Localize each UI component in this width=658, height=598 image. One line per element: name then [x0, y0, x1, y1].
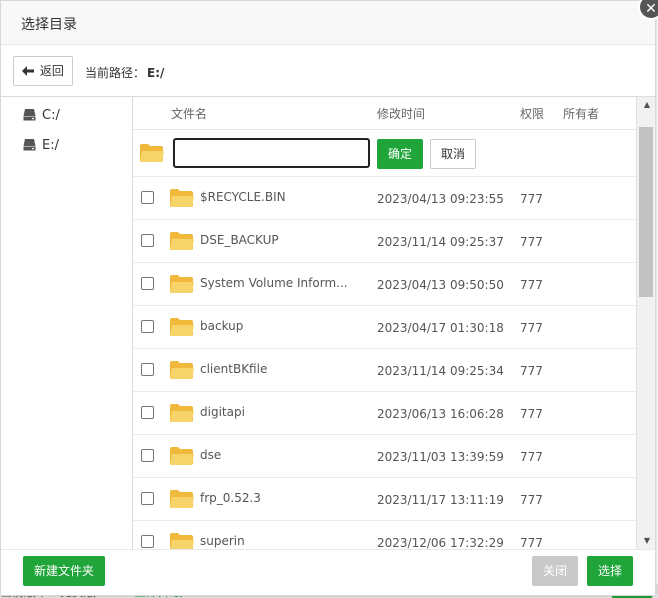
row-checkbox[interactable]	[141, 406, 154, 419]
modified-time: 2023/11/14 09:25:34	[377, 364, 504, 378]
folder-icon	[170, 318, 194, 336]
current-path: 当前路径： E:/	[85, 64, 164, 81]
row-checkbox[interactable]	[141, 449, 154, 462]
drive-sidebar: C:/ E:/	[1, 97, 133, 549]
row-checkbox[interactable]	[141, 320, 154, 333]
column-header-perm[interactable]: 权限	[520, 105, 544, 122]
permission: 777	[520, 407, 543, 421]
table-row[interactable]: frp_0.52.3 2023/11/17 13:11:19 777	[133, 478, 636, 521]
folder-icon	[170, 447, 194, 465]
permission: 777	[520, 192, 543, 206]
arrow-left-icon	[22, 64, 38, 78]
folder-icon	[170, 189, 194, 207]
folder-icon	[170, 404, 194, 422]
modified-time: 2023/04/13 09:23:55	[377, 192, 504, 206]
column-header-name[interactable]: 文件名	[171, 105, 207, 122]
permission: 777	[520, 278, 543, 292]
drive-label: E:/	[42, 138, 59, 153]
folder-icon	[170, 533, 194, 549]
column-header-owner[interactable]: 所有者	[563, 105, 599, 122]
drive-label: C:/	[42, 108, 60, 123]
dialog-title-bar: 选择目录	[1, 1, 655, 45]
table-row[interactable]: System Volume Inform... 2023/04/13 09:50:…	[133, 263, 636, 306]
modified-time: 2023/06/13 16:06:28	[377, 407, 504, 421]
column-header-mtime[interactable]: 修改时间	[377, 105, 425, 122]
file-name[interactable]: $RECYCLE.BIN	[200, 190, 286, 204]
current-path-value: E:/	[147, 66, 165, 80]
table-row[interactable]: clientBKfile 2023/11/14 09:25:34 777	[133, 349, 636, 392]
sidebar-item-drive-c[interactable]: C:/	[23, 106, 60, 126]
hard-drive-icon	[23, 139, 36, 151]
path-toolbar: 返回 当前路径： E:/	[1, 45, 655, 97]
scroll-down-arrow-icon[interactable]: ▼	[637, 533, 655, 549]
current-path-label: 当前路径：	[85, 66, 146, 80]
file-list-header: 文件名 修改时间 权限 所有者	[133, 97, 636, 130]
table-row[interactable]: digitapi 2023/06/13 16:06:28 777	[133, 392, 636, 435]
permission: 777	[520, 536, 543, 549]
modified-time: 2023/12/06 17:32:29	[377, 536, 504, 549]
select-button[interactable]: 选择	[587, 556, 633, 586]
permission: 777	[520, 235, 543, 249]
file-name[interactable]: backup	[200, 319, 243, 333]
table-row[interactable]: superin 2023/12/06 17:32:29 777	[133, 521, 636, 549]
new-folder-name-input[interactable]	[173, 138, 370, 168]
modified-time: 2023/11/17 13:11:19	[377, 493, 504, 507]
modified-time: 2023/04/17 01:30:18	[377, 321, 504, 335]
dialog-title: 选择目录	[21, 17, 77, 33]
folder-icon	[170, 361, 194, 379]
folder-icon	[170, 232, 194, 250]
file-name[interactable]: dse	[200, 448, 221, 462]
scroll-thumb[interactable]	[639, 127, 653, 297]
folder-icon	[140, 144, 164, 162]
file-name[interactable]: superin	[200, 534, 245, 548]
row-checkbox[interactable]	[141, 277, 154, 290]
row-checkbox[interactable]	[141, 363, 154, 376]
vertical-scrollbar[interactable]: ▲ ▼	[636, 97, 655, 549]
file-name[interactable]: frp_0.52.3	[200, 491, 261, 505]
modified-time: 2023/04/13 09:50:50	[377, 278, 504, 292]
close-button[interactable]: 关闭	[532, 556, 578, 586]
row-checkbox[interactable]	[141, 234, 154, 247]
table-row[interactable]: $RECYCLE.BIN 2023/04/13 09:23:55 777	[133, 177, 636, 220]
dialog-footer: 新建文件夹 关闭 选择	[1, 549, 655, 595]
row-checkbox[interactable]	[141, 492, 154, 505]
select-directory-dialog: 选择目录 返回 当前路径： E:/ C:/ E:/ 文件名 修改时间 权限 所有者…	[0, 0, 656, 596]
permission: 777	[520, 321, 543, 335]
scroll-up-arrow-icon[interactable]: ▲	[637, 97, 655, 113]
table-row[interactable]: backup 2023/04/17 01:30:18 777	[133, 306, 636, 349]
file-name[interactable]: System Volume Inform...	[200, 276, 348, 290]
new-folder-row: 确定 取消	[133, 130, 636, 177]
cancel-new-folder-button[interactable]: 取消	[430, 139, 476, 169]
folder-icon	[170, 275, 194, 293]
confirm-new-folder-button[interactable]: 确定	[377, 139, 423, 169]
table-row[interactable]: dse 2023/11/03 13:39:59 777	[133, 435, 636, 478]
file-name[interactable]: clientBKfile	[200, 362, 267, 376]
table-row[interactable]: DSE_BACKUP 2023/11/14 09:25:37 777	[133, 220, 636, 263]
file-name[interactable]: digitapi	[200, 405, 245, 419]
file-name[interactable]: DSE_BACKUP	[200, 233, 279, 247]
back-button[interactable]: 返回	[13, 56, 73, 86]
folder-icon	[170, 490, 194, 508]
permission: 777	[520, 364, 543, 378]
row-checkbox[interactable]	[141, 191, 154, 204]
permission: 777	[520, 450, 543, 464]
permission: 777	[520, 493, 543, 507]
modified-time: 2023/11/03 13:39:59	[377, 450, 504, 464]
sidebar-item-drive-e[interactable]: E:/	[23, 136, 59, 156]
file-list: 文件名 修改时间 权限 所有者 确定 取消 $RECYCLE.BIN 2023/0…	[133, 97, 655, 549]
new-folder-button[interactable]: 新建文件夹	[23, 556, 105, 586]
hard-drive-icon	[23, 109, 36, 121]
modified-time: 2023/11/14 09:25:37	[377, 235, 504, 249]
back-button-label: 返回	[39, 64, 64, 78]
row-checkbox[interactable]	[141, 535, 154, 548]
